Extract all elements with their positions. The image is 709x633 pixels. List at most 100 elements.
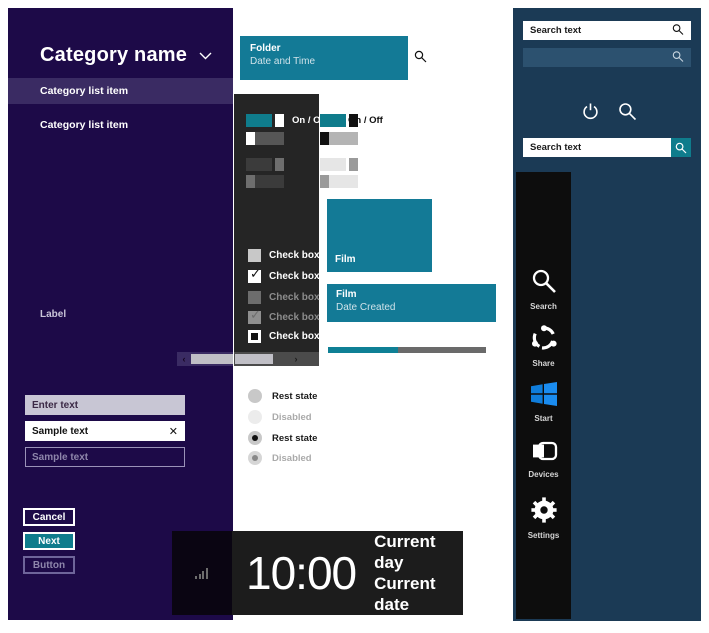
- radio-dot: [252, 455, 258, 461]
- chevron-down-icon[interactable]: [199, 49, 212, 62]
- tile-folder[interactable]: Folder Date and Time: [240, 36, 408, 80]
- tile-title: Film: [336, 289, 357, 300]
- charms-bar: Search Share Start Devices Settings: [516, 172, 571, 619]
- sidebar-item-category-1[interactable]: Category list item: [8, 112, 233, 138]
- checkbox-row-indeterminate[interactable]: Check box: [248, 330, 320, 343]
- scrollbar-thumb[interactable]: [235, 354, 273, 364]
- search-input-with-button[interactable]: Search text: [523, 138, 691, 157]
- cancel-button[interactable]: Cancel: [23, 508, 75, 526]
- charm-share[interactable]: Share: [516, 325, 571, 368]
- radio-label: Disabled: [272, 411, 312, 423]
- toggle-dark-on-disabled: [246, 158, 284, 171]
- lock-screen-time-area: 10:00 Current day Current date: [232, 531, 463, 615]
- category-header[interactable]: Category name: [8, 32, 233, 78]
- radio-label: Disabled: [272, 452, 312, 464]
- clock-date-block: Current day Current date: [374, 531, 463, 615]
- indeterminate-square-icon: [251, 333, 258, 340]
- scroll-left-arrow-icon[interactable]: ‹: [177, 354, 191, 364]
- next-button[interactable]: Next: [23, 532, 75, 550]
- clock-date: Current date: [374, 574, 436, 614]
- checkbox-label: Check box: [269, 331, 320, 342]
- tile-title: Folder: [250, 43, 281, 54]
- tile-subtitle: Date Created: [336, 302, 396, 313]
- radio-icon[interactable]: [248, 389, 262, 403]
- scrollbar-thumb[interactable]: [191, 354, 233, 364]
- progress-bar-fill: [328, 347, 398, 353]
- radio-row-selected-disabled: Disabled: [248, 451, 312, 465]
- tile-film-wide[interactable]: Film Date Created: [327, 284, 496, 322]
- share-icon: [531, 325, 557, 350]
- horizontal-scrollbar-dark[interactable]: ›: [234, 352, 319, 366]
- close-icon[interactable]: ✕: [169, 425, 178, 438]
- horizontal-scrollbar-purple[interactable]: ‹: [177, 352, 233, 366]
- toggle-track: [246, 114, 272, 127]
- checkbox-row-checked[interactable]: ✓ Check box: [248, 266, 320, 283]
- search-icon[interactable]: [414, 50, 427, 66]
- charm-label: Share: [532, 359, 555, 368]
- check-mark-icon: ✓: [250, 307, 261, 322]
- disabled-button: Button: [23, 556, 75, 574]
- search-button[interactable]: [671, 138, 691, 157]
- tile-film-large[interactable]: Film: [327, 199, 432, 272]
- clock-day: Current day: [374, 532, 436, 572]
- toggle-track: [329, 132, 358, 145]
- toggle-dark-off-disabled: [246, 175, 284, 188]
- radio-row-rest[interactable]: Rest state: [248, 389, 317, 403]
- search-input-value: Search text: [530, 25, 582, 36]
- checkbox-icon[interactable]: ✓: [248, 266, 261, 283]
- toggle-dark-off[interactable]: [246, 132, 284, 145]
- signal-bars-icon: [195, 567, 209, 579]
- search-input-disabled: [523, 48, 691, 67]
- sidebar-item-label: Category list item: [40, 85, 129, 97]
- radio-row-selected[interactable]: Rest state: [248, 431, 317, 445]
- tile-subtitle: Date and Time: [250, 56, 316, 67]
- toggle-track: [255, 132, 284, 145]
- search-icon[interactable]: [672, 23, 684, 38]
- progress-bar: [328, 347, 486, 353]
- text-input-active[interactable]: Sample text ✕: [25, 421, 185, 441]
- charm-label: Start: [534, 414, 553, 423]
- text-input-placeholder[interactable]: Sample text: [25, 447, 185, 467]
- checkbox-icon[interactable]: [248, 330, 261, 343]
- toggle-dark-on[interactable]: [246, 114, 284, 127]
- charm-search[interactable]: Search: [516, 268, 571, 311]
- sidebar-item-category-0[interactable]: Category list item: [8, 78, 233, 104]
- search-icon[interactable]: [618, 102, 637, 125]
- charm-start[interactable]: Start: [516, 382, 571, 423]
- checkbox-icon: ✓: [248, 307, 261, 324]
- search-icon: [532, 269, 556, 293]
- check-mark-icon: ✓: [250, 266, 261, 281]
- toggle-light-off[interactable]: [320, 132, 358, 145]
- text-input-value: Enter text: [32, 399, 79, 411]
- toggle-track: [329, 175, 358, 188]
- toggle-knob: [275, 114, 284, 127]
- text-input-filled[interactable]: Enter text: [25, 395, 185, 415]
- radio-icon: [248, 451, 262, 465]
- toggle-label: On / Off: [348, 115, 383, 126]
- toggle-track: [320, 114, 346, 127]
- toggle-knob: [246, 175, 255, 188]
- radio-label: Rest state: [272, 432, 318, 444]
- button-label: Cancel: [32, 511, 66, 523]
- scroll-right-arrow-icon[interactable]: ›: [273, 354, 319, 364]
- checkbox-icon: [248, 291, 261, 304]
- toggle-knob: [320, 175, 329, 188]
- charm-devices[interactable]: Devices: [516, 440, 571, 479]
- checkbox-label: Check box: [269, 312, 320, 323]
- text-input-value: Sample text: [32, 451, 89, 463]
- radio-icon[interactable]: [248, 431, 262, 445]
- charm-settings[interactable]: Settings: [516, 497, 571, 540]
- checkbox-label: Check box: [269, 250, 320, 261]
- checkbox-row-unchecked[interactable]: Check box: [248, 249, 320, 262]
- toggle-track: [246, 158, 272, 171]
- power-icon[interactable]: [581, 102, 600, 125]
- search-input-rest[interactable]: Search text: [523, 21, 691, 40]
- toggle-knob: [349, 158, 358, 171]
- lock-screen-status-area: [172, 531, 232, 615]
- checkbox-row-unchecked-disabled: Check box: [248, 291, 320, 304]
- toggle-track: [255, 175, 284, 188]
- sidebar-item-label: Category list item: [40, 119, 129, 131]
- checkbox-icon[interactable]: [248, 249, 261, 262]
- clock-time: 10:00: [246, 547, 357, 599]
- form-label: Label: [40, 309, 67, 320]
